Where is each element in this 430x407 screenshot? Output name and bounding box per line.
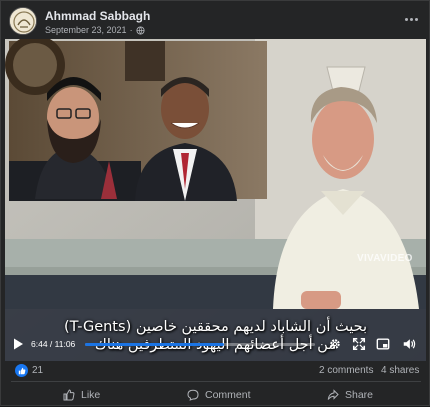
like-reaction-icon[interactable] xyxy=(15,364,28,377)
video-controls: 6:44 / 11:06 xyxy=(5,333,426,357)
author-name[interactable]: Ahmmad Sabbagh xyxy=(45,9,150,23)
video-frame xyxy=(5,39,426,361)
share-button[interactable]: Share xyxy=(327,387,373,403)
comment-label: Comment xyxy=(205,389,251,401)
volume-icon[interactable] xyxy=(401,336,417,352)
more-options-icon[interactable] xyxy=(399,9,423,29)
share-label: Share xyxy=(345,389,374,401)
post-header: Ahmmad Sabbagh September 23, 2021 · xyxy=(1,1,430,41)
settings-gear-icon[interactable] xyxy=(327,336,343,352)
reaction-count[interactable]: 21 xyxy=(32,365,43,376)
avatar-image xyxy=(10,8,36,34)
share-arrow-icon xyxy=(327,389,339,400)
comment-button[interactable]: Comment xyxy=(187,387,251,403)
facebook-post: Ahmmad Sabbagh September 23, 2021 · VIVA… xyxy=(0,0,430,406)
avatar[interactable] xyxy=(9,7,37,35)
video-time: 6:44 / 11:06 xyxy=(31,339,75,349)
like-button[interactable]: Like xyxy=(63,387,100,403)
globe-icon xyxy=(136,25,145,35)
divider xyxy=(11,381,421,382)
play-icon[interactable] xyxy=(11,336,25,352)
post-meta: September 23, 2021 · xyxy=(45,25,145,35)
post-actions: Like Comment Share xyxy=(1,383,430,407)
post-stats: 21 2 comments 4 shares xyxy=(1,363,430,379)
video-progress-bar[interactable] xyxy=(85,343,315,346)
meta-separator: · xyxy=(129,25,133,35)
time-separator: / xyxy=(47,339,55,349)
video-watermark: VIVAVIDEO xyxy=(357,253,413,264)
comments-count[interactable]: 2 comments xyxy=(319,365,373,376)
picture-in-picture-icon[interactable] xyxy=(375,336,391,352)
comment-bubble-icon xyxy=(187,389,199,401)
duration: 11:06 xyxy=(54,339,76,349)
video-player[interactable]: VIVAVIDEO بحيث أن الشاباد لديهم محققين خ… xyxy=(5,39,426,361)
post-date[interactable]: September 23, 2021 xyxy=(45,25,127,35)
video-progress-fill xyxy=(85,343,225,346)
like-label: Like xyxy=(81,389,101,401)
shares-count[interactable]: 4 shares xyxy=(381,365,419,376)
fullscreen-icon[interactable] xyxy=(351,336,367,352)
current-time: 6:44 xyxy=(31,339,48,349)
thumbs-up-icon xyxy=(63,389,75,401)
